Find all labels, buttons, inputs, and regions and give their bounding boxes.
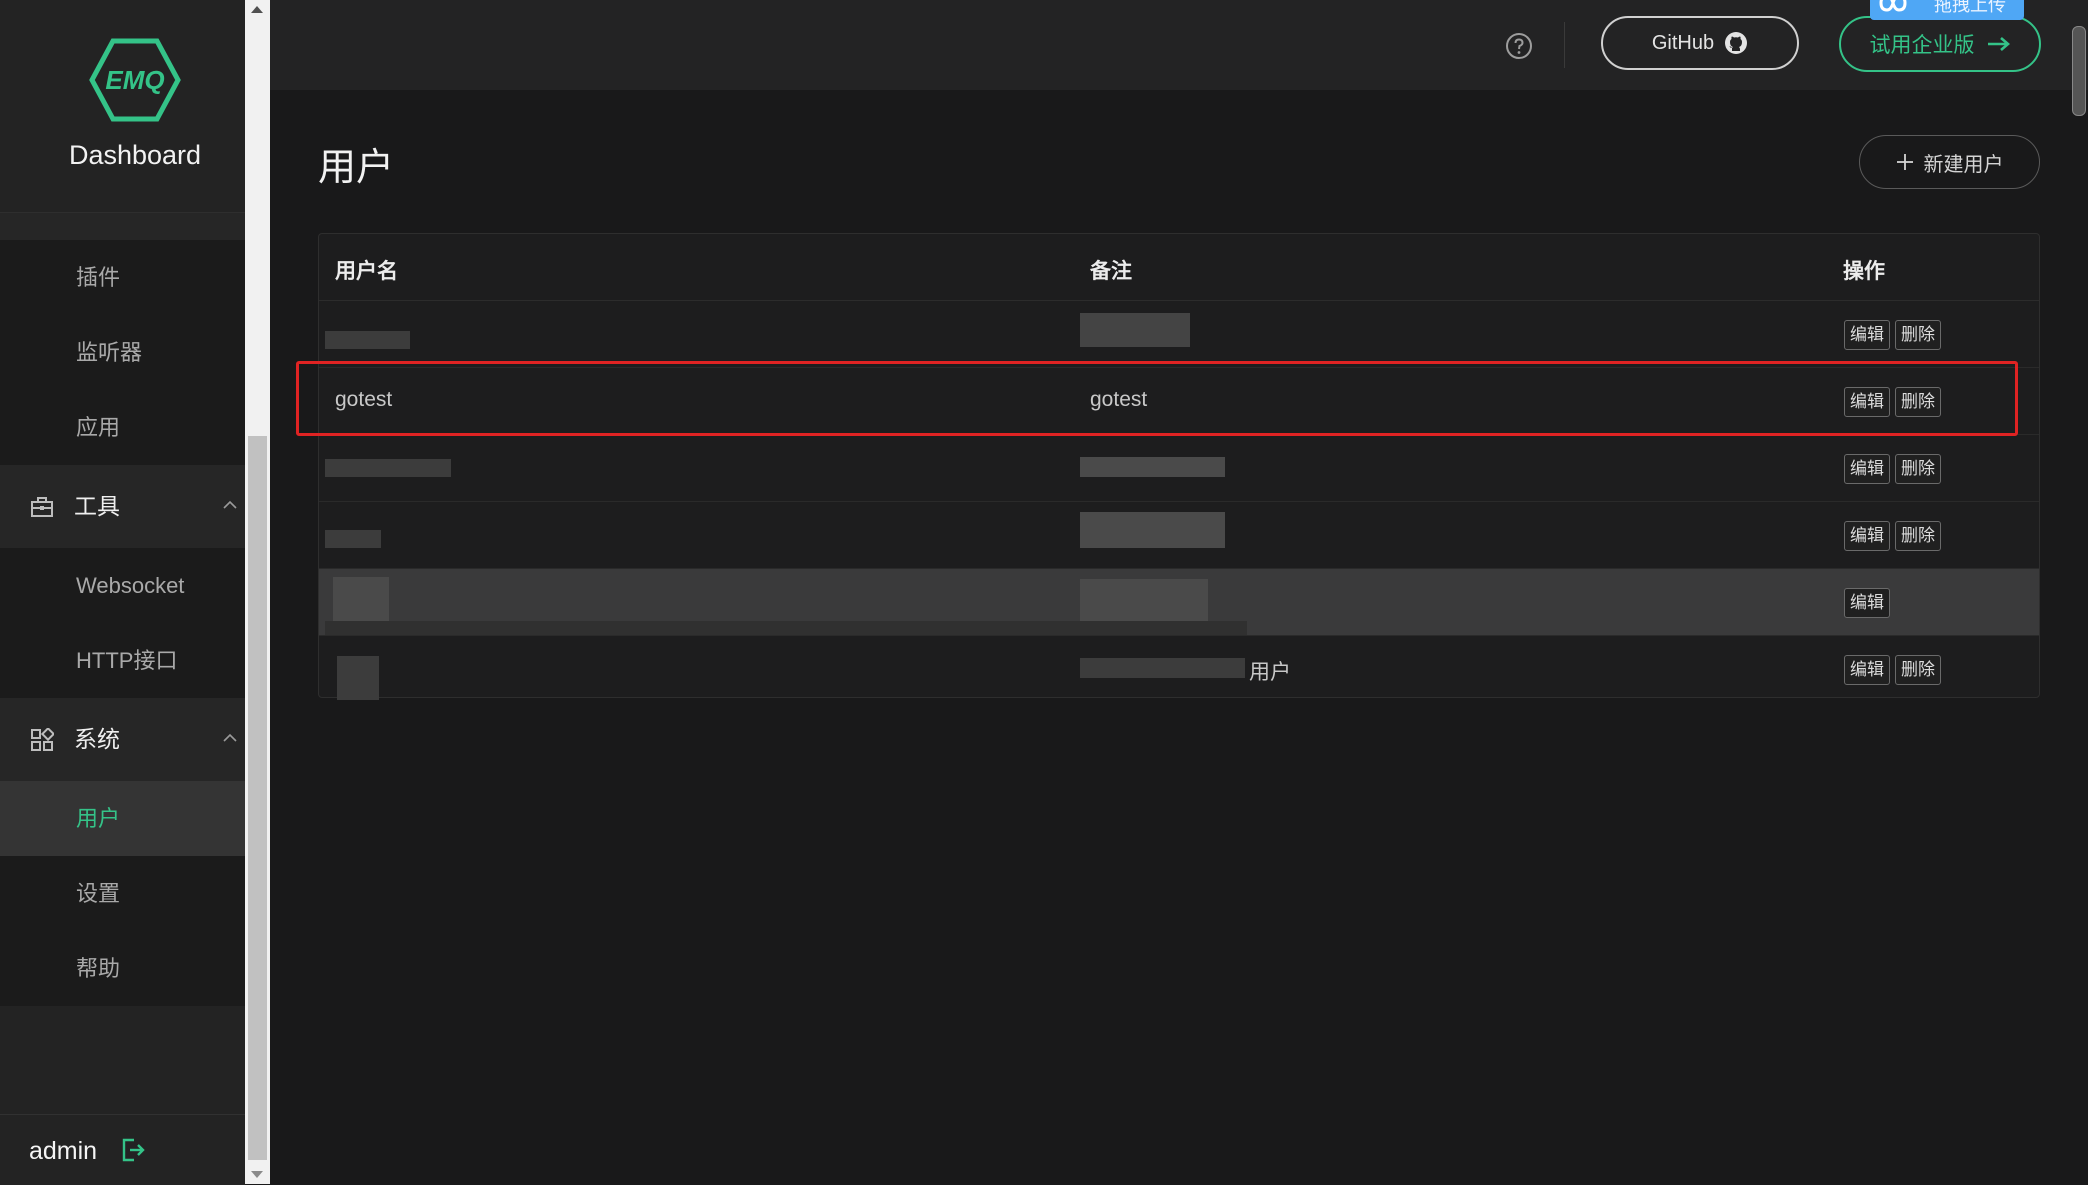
github-button-label: GitHub: [1651, 31, 1715, 54]
edit-button[interactable]: 编辑: [1844, 588, 1890, 618]
delete-button[interactable]: 删除: [1895, 320, 1941, 350]
delete-button[interactable]: 删除: [1895, 454, 1941, 484]
redacted-username: [333, 577, 389, 621]
column-header-username: 用户名: [335, 260, 398, 283]
delete-button[interactable]: 删除: [1895, 655, 1941, 685]
github-icon: [1725, 32, 1748, 54]
drag-upload-label: 拖拽上传: [1934, 0, 2006, 15]
table-row: 编辑 删除: [319, 502, 2039, 569]
chevron-up-icon: [223, 733, 237, 742]
toolbox-icon: [31, 497, 53, 517]
row-actions: 编辑 删除: [1844, 655, 1941, 685]
sidebar-scrollbar[interactable]: [245, 0, 270, 1184]
sidebar-group-label: 工具: [74, 493, 120, 519]
question-circle-icon[interactable]: [1505, 32, 1533, 60]
redacted-username: [337, 656, 379, 700]
logout-icon[interactable]: [120, 1137, 146, 1163]
sidebar-item-help[interactable]: 帮助: [0, 931, 245, 1006]
column-header-actions: 操作: [1843, 260, 1885, 283]
row-actions: 编辑: [1844, 588, 1890, 618]
redacted-note: [1080, 457, 1225, 477]
table-row: 用户 编辑 删除: [319, 636, 2039, 702]
drag-upload-badge[interactable]: 拖拽上传: [1870, 0, 2024, 20]
current-user: admin: [29, 1137, 98, 1165]
chevron-up-icon: [223, 500, 237, 509]
edit-button[interactable]: 编辑: [1844, 655, 1890, 685]
github-button[interactable]: GitHub: [1601, 16, 1799, 70]
sidebar-menu: 插件 监听器 应用 工具 Websocket HTTP接口 系统 用户 设置 帮…: [0, 240, 245, 1006]
scrollbar-thumb[interactable]: [248, 436, 267, 1160]
infinity-icon: [1879, 0, 1907, 12]
sidebar-group-label: 系统: [74, 726, 120, 752]
try-enterprise-button[interactable]: 试用企业版: [1839, 16, 2041, 72]
logo-text: EMQ: [105, 65, 164, 95]
edit-button[interactable]: 编辑: [1844, 521, 1890, 551]
note-cell: 用户: [1249, 661, 1291, 684]
redacted-username: [325, 459, 451, 477]
top-header: GitHub 试用企业版 拖拽上传: [270, 0, 2088, 90]
table-row: 编辑: [319, 569, 2039, 636]
table-header: 用户名 备注 操作: [319, 234, 2039, 301]
redacted-note: [1080, 512, 1225, 548]
table-row: 编辑 删除: [319, 435, 2039, 502]
sidebar-item-websocket[interactable]: Websocket: [0, 548, 245, 623]
redacted-note: [1080, 579, 1208, 621]
submenu-tools: Websocket HTTP接口: [0, 548, 245, 698]
page-title: 用户: [318, 147, 395, 189]
sidebar-group-tools[interactable]: 工具: [0, 465, 245, 548]
submenu-top: 插件 监听器 应用: [0, 240, 245, 465]
header-divider: [1564, 22, 1565, 68]
page-scrollbar-thumb[interactable]: [2072, 26, 2086, 116]
redacted-username: [325, 530, 381, 548]
try-enterprise-label: 试用企业版: [1869, 34, 1975, 57]
edit-button[interactable]: 编辑: [1844, 454, 1890, 484]
users-table: 用户名 备注 操作 编辑 删除 gotest gotest 编辑 删除 编辑 删…: [318, 233, 2040, 700]
sidebar-item-listeners[interactable]: 监听器: [0, 315, 245, 390]
emq-logo-icon: EMQ: [89, 38, 181, 122]
sidebar-group-system[interactable]: 系统: [0, 698, 245, 781]
row-actions: 编辑 删除: [1844, 320, 1941, 350]
sidebar: EMQ Dashboard 插件 监听器 应用 工具 Websocket HTT…: [0, 0, 245, 1185]
redacted-username: [325, 331, 410, 349]
sidebar-divider: [0, 212, 245, 241]
edit-button[interactable]: 编辑: [1844, 320, 1890, 350]
redacted-note: [1080, 658, 1245, 678]
delete-button[interactable]: 删除: [1895, 521, 1941, 551]
row-actions: 编辑 删除: [1844, 454, 1941, 484]
scroll-up-arrow-icon[interactable]: [251, 6, 263, 13]
new-user-button[interactable]: 新建用户: [1859, 135, 2040, 189]
redacted-note: [1080, 313, 1190, 347]
sidebar-footer: admin: [0, 1114, 245, 1185]
sidebar-item-applications[interactable]: 应用: [0, 390, 245, 465]
plus-icon: [1896, 154, 1913, 170]
submenu-system: 用户 设置 帮助: [0, 781, 245, 1006]
new-user-label: 新建用户: [1923, 153, 2004, 176]
sidebar-item-http-api[interactable]: HTTP接口: [0, 623, 245, 698]
sidebar-item-settings[interactable]: 设置: [0, 856, 245, 931]
column-header-note: 备注: [1090, 260, 1132, 283]
table-row: 编辑 删除: [319, 301, 2039, 368]
scroll-down-arrow-icon[interactable]: [251, 1171, 263, 1178]
logo-area[interactable]: EMQ Dashboard: [0, 0, 245, 212]
grid-icon: [31, 728, 54, 751]
redacted-strip: [325, 621, 1247, 635]
sidebar-item-users[interactable]: 用户: [0, 781, 245, 856]
highlight-annotation: [296, 361, 2018, 436]
row-actions: 编辑 删除: [1844, 521, 1941, 551]
sidebar-item-plugins[interactable]: 插件: [0, 240, 245, 315]
app-title: Dashboard: [68, 140, 202, 170]
arrow-right-icon: [1987, 37, 2010, 51]
